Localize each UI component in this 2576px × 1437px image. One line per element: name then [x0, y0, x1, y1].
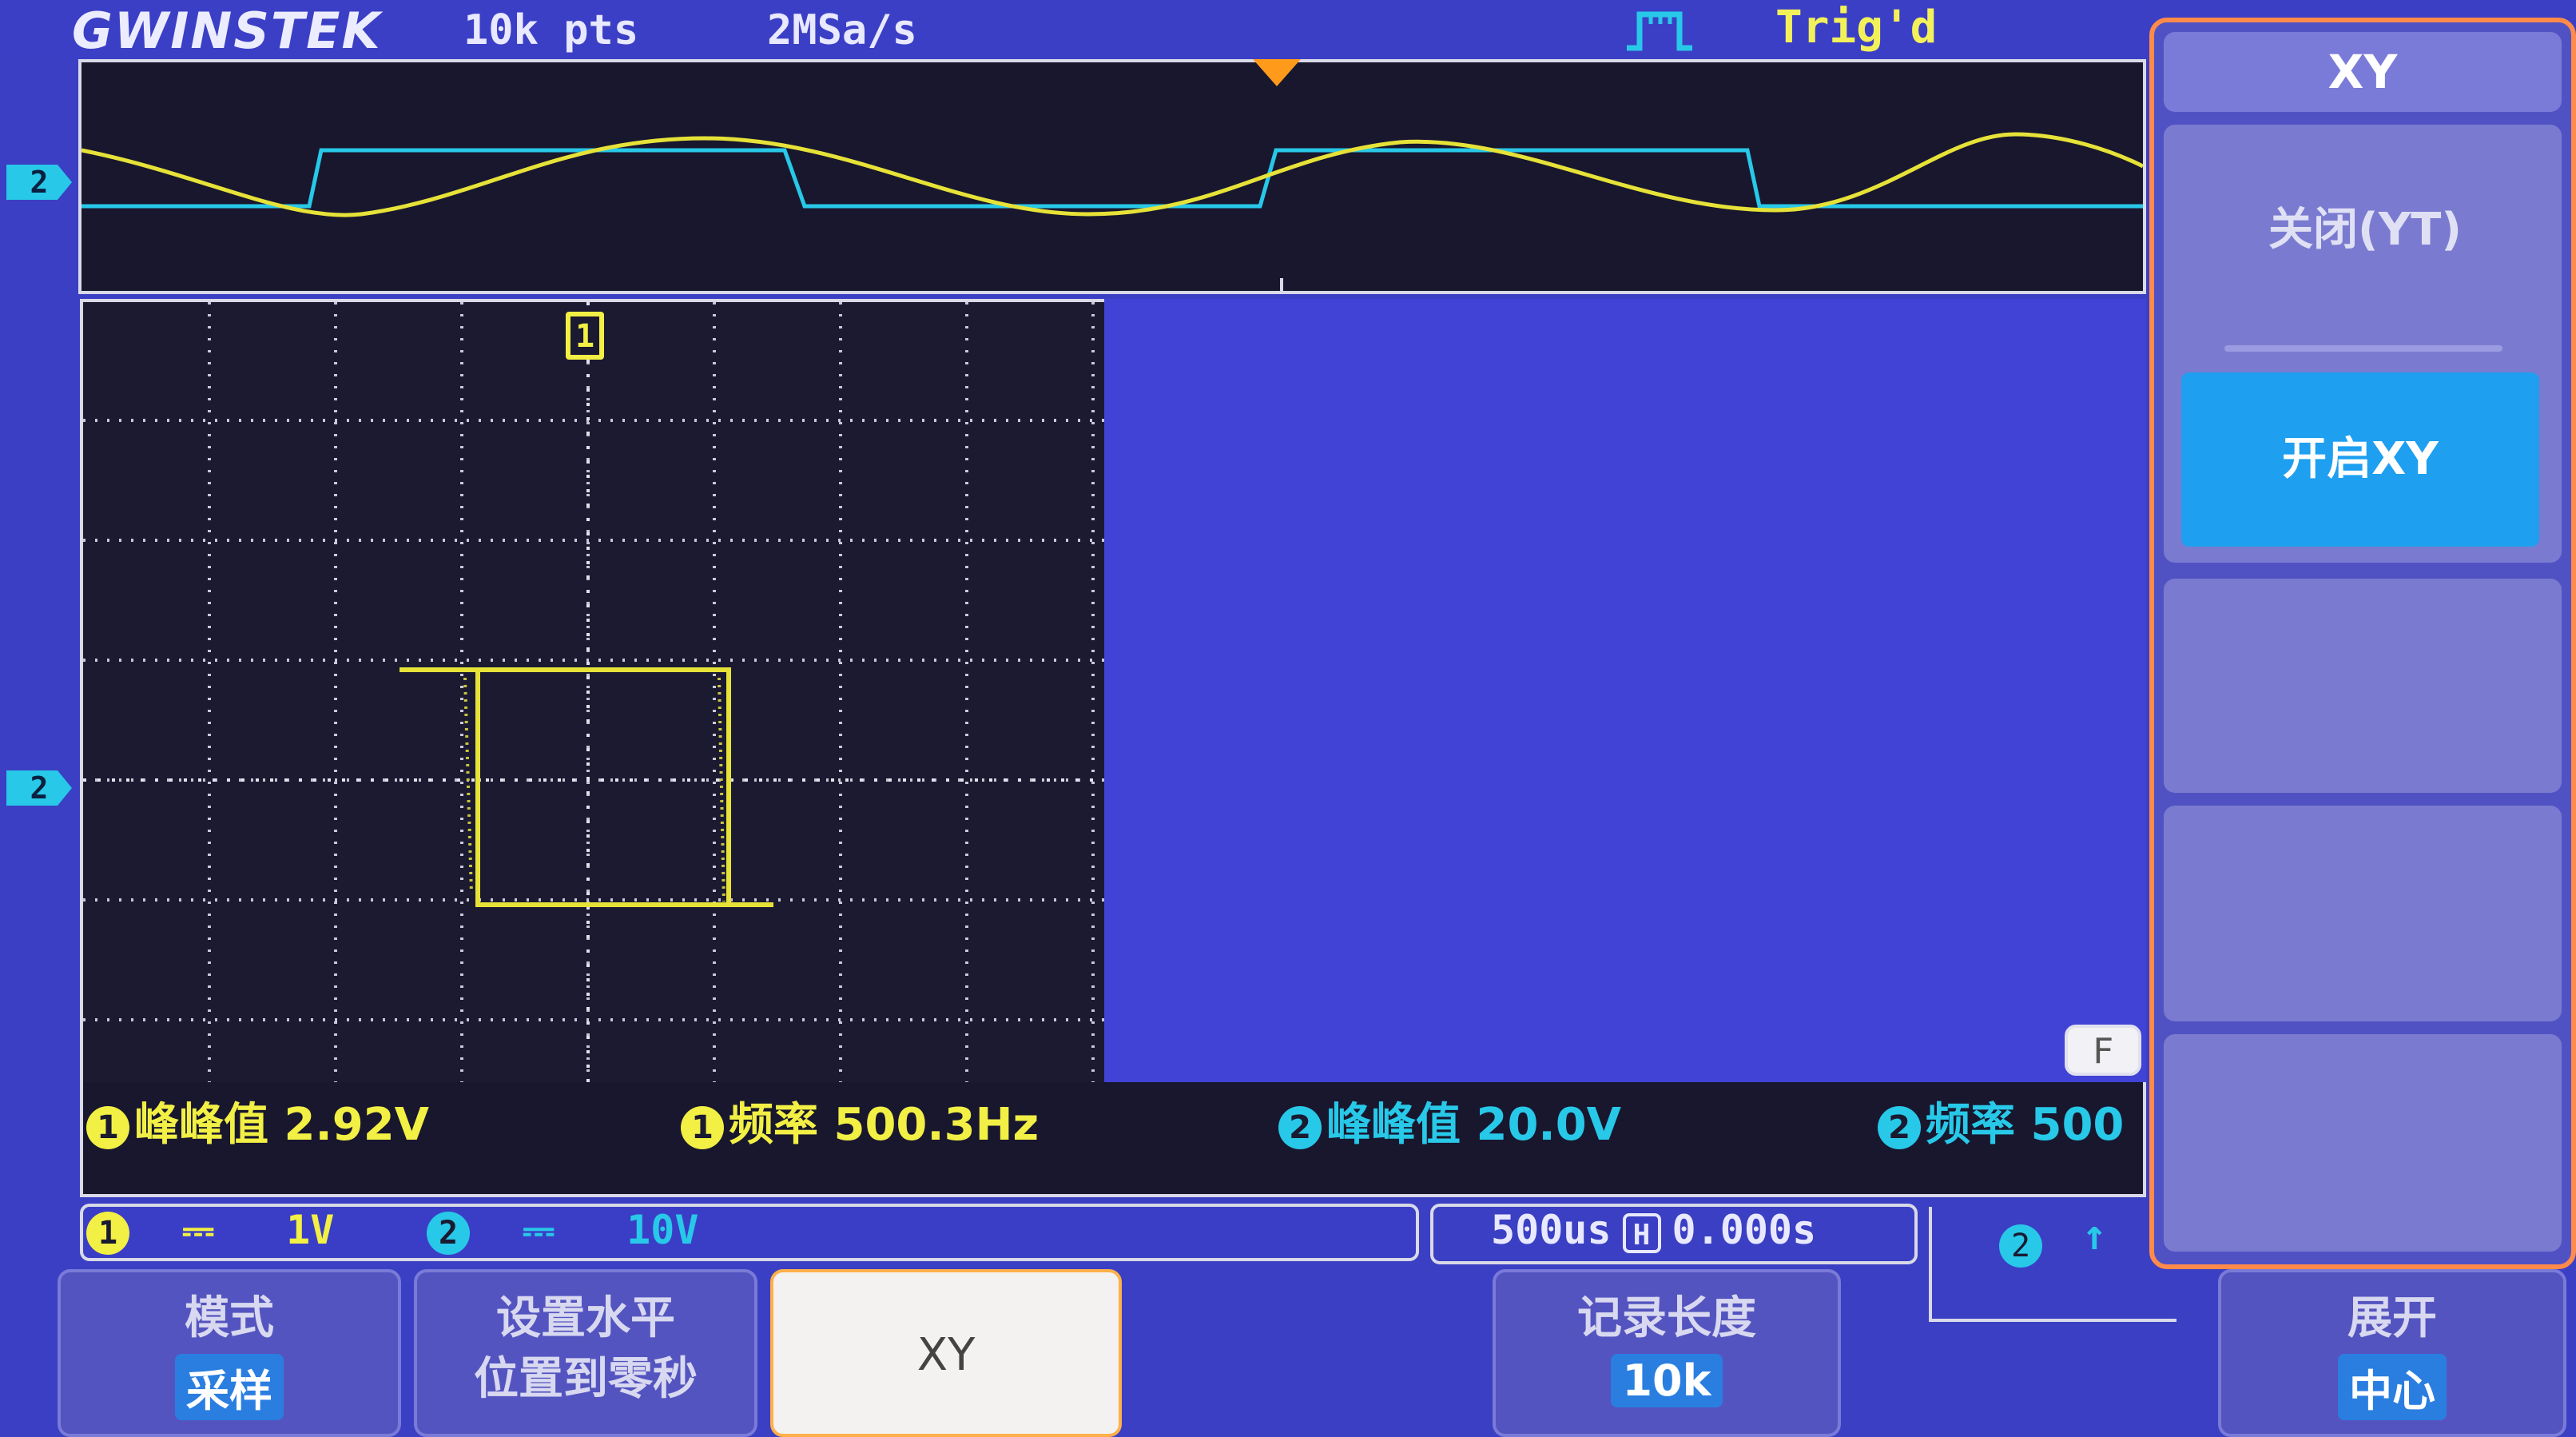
ch1-badge: 1 — [86, 1105, 129, 1149]
trigger-source-badge: 2 — [1999, 1224, 2042, 1268]
brand-logo: GWINSTEK — [72, 2, 382, 60]
expand-value: 中心 — [2338, 1354, 2447, 1420]
set-horizontal-line1: 设置水平 — [496, 1292, 675, 1344]
ch1-freq-measurement: 1 频率 500.3Hz — [681, 1089, 1039, 1153]
horizontal-position-icon: H — [1622, 1212, 1661, 1253]
ch2-badge: 2 — [1878, 1105, 1921, 1149]
mode-button[interactable]: 模式 采样 — [58, 1269, 401, 1437]
ch1-badge: 1 — [86, 1211, 129, 1255]
timebase-readout[interactable]: 500us H 0.000s — [1491, 1207, 1816, 1253]
ch2-overview-trace — [81, 148, 2143, 209]
ch2-vpp-value: 20.0V — [1476, 1099, 1622, 1151]
pulse-trigger-icon — [1627, 11, 1692, 51]
f-menu-button[interactable]: F — [2065, 1025, 2141, 1076]
ch2-vpp-label: 峰峰值 — [1326, 1099, 1461, 1151]
ch1-freq-label: 频率 — [729, 1099, 818, 1151]
option-xy-off[interactable]: 关闭(YT) — [2189, 198, 2541, 262]
side-menu-title: XY — [2164, 32, 2562, 112]
empty-display-area — [1104, 299, 2146, 1082]
mode-value: 采样 — [175, 1354, 284, 1420]
horizontal-position: 0.000s — [1672, 1207, 1817, 1253]
ch1-overview-trace — [81, 132, 2143, 217]
ch1-scale: 1V — [286, 1207, 335, 1253]
ch1-status[interactable]: 1 ⎓ 1V — [86, 1207, 334, 1255]
option-xy-on[interactable]: 开启XY — [2181, 372, 2539, 547]
trigger-readout[interactable]: 2 ↑ — [1999, 1212, 2107, 1268]
ch1-position-marker[interactable]: 1 — [566, 312, 604, 360]
grid-lines — [83, 302, 1104, 1082]
expand-button[interactable]: 展开 中心 — [2218, 1269, 2566, 1437]
rising-edge-icon: ↑ — [2081, 1212, 2107, 1260]
ch2-freq-label: 频率 — [1926, 1099, 2015, 1151]
ch2-scale: 10V — [626, 1207, 699, 1253]
ch2-badge: 2 — [1278, 1105, 1322, 1149]
ch2-status[interactable]: 2 ⎓ 10V — [427, 1207, 698, 1255]
set-horizontal-line2: 位置到零秒 — [474, 1353, 698, 1405]
ch1-freq-value: 500.3Hz — [833, 1099, 1040, 1151]
trigger-status: Trig'd — [1775, 2, 1938, 54]
mode-label: 模式 — [185, 1292, 274, 1344]
side-softkey-3[interactable] — [2164, 579, 2562, 793]
xy-mode-button[interactable]: XY — [770, 1269, 1122, 1437]
xy-label: XY — [916, 1329, 976, 1381]
trigger-position-marker[interactable] — [1253, 59, 1301, 86]
time-per-div: 500us — [1491, 1207, 1612, 1253]
side-softkey-5[interactable] — [2164, 1034, 2562, 1252]
dc-coupling-icon: ⎓ — [523, 1207, 555, 1253]
ch1-vpp-value: 2.92V — [284, 1099, 430, 1151]
xy-display-grid: 1 — [80, 299, 1104, 1082]
side-softkey-4[interactable] — [2164, 806, 2562, 1021]
ch2-offset-marker[interactable]: 2 — [6, 770, 72, 806]
record-points: 10k pts — [463, 6, 639, 54]
ch2-freq-value: 500 — [2030, 1099, 2125, 1151]
ch2-freq-measurement: 2 频率 500 — [1878, 1089, 2124, 1153]
record-length-button[interactable]: 记录长度 10k — [1493, 1269, 1841, 1437]
expand-label: 展开 — [2347, 1292, 2437, 1344]
record-length-label: 记录长度 — [1577, 1292, 1756, 1344]
record-length-value: 10k — [1611, 1354, 1723, 1407]
ch2-badge: 2 — [427, 1211, 470, 1255]
center-axes — [83, 302, 1104, 1082]
option-divider — [2224, 345, 2502, 352]
ch2-offset-marker-overview[interactable]: 2 — [6, 165, 72, 200]
set-horizontal-zero-button[interactable]: 设置水平 位置到零秒 — [414, 1269, 757, 1437]
dc-coupling-icon: ⎓ — [182, 1207, 215, 1253]
ch1-vpp-label: 峰峰值 — [134, 1099, 268, 1151]
ch2-vpp-measurement: 2 峰峰值 20.0V — [1278, 1089, 1621, 1153]
ch1-badge: 1 — [681, 1105, 724, 1149]
ch1-vpp-measurement: 1 峰峰值 2.92V — [86, 1089, 429, 1153]
sample-rate: 2MSa/s — [767, 6, 917, 54]
waveform-overview — [78, 59, 2146, 294]
